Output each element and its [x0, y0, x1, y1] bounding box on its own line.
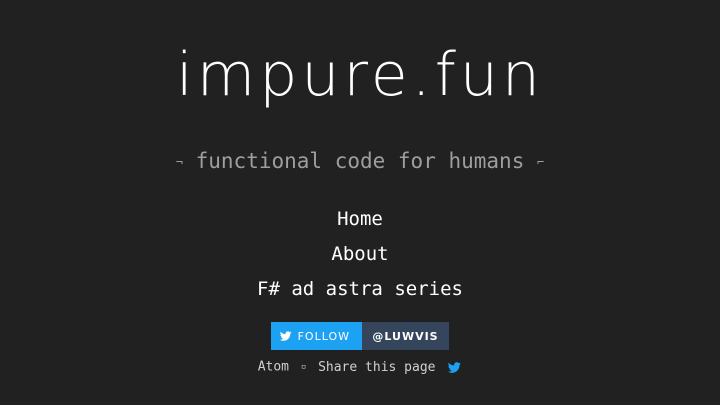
main-nav: Home About F# ad astra series: [0, 202, 720, 307]
nav-link-fsharp-ad-astra-series[interactable]: F# ad astra series: [0, 272, 720, 307]
share-page-label: Share this page: [318, 359, 436, 375]
atom-feed-link[interactable]: Atom: [258, 360, 289, 375]
nav-link-about[interactable]: About: [0, 237, 720, 272]
tagline-close-mark: ⌐: [537, 155, 545, 169]
tagline-text: functional code for humans: [195, 149, 525, 173]
footer-links: Atom ▫ Share this page: [0, 358, 720, 377]
share-page-link[interactable]: Share this page: [318, 360, 462, 375]
site-title[interactable]: impure.fun: [0, 40, 720, 110]
tagline-open-mark: ¬: [175, 155, 183, 169]
twitter-handle: @LUWVIS: [362, 322, 449, 350]
tagline: ¬ functional code for humans ⌐: [0, 148, 720, 175]
twitter-follow-button[interactable]: FOLLOW @LUWVIS: [271, 322, 449, 350]
twitter-bird-icon: [448, 361, 462, 373]
footer-separator: ▫: [300, 362, 307, 372]
twitter-follow-label: FOLLOW: [297, 329, 350, 343]
twitter-follow-label-section: FOLLOW: [271, 322, 362, 350]
twitter-bird-icon: [280, 331, 292, 341]
nav-link-home[interactable]: Home: [0, 202, 720, 237]
